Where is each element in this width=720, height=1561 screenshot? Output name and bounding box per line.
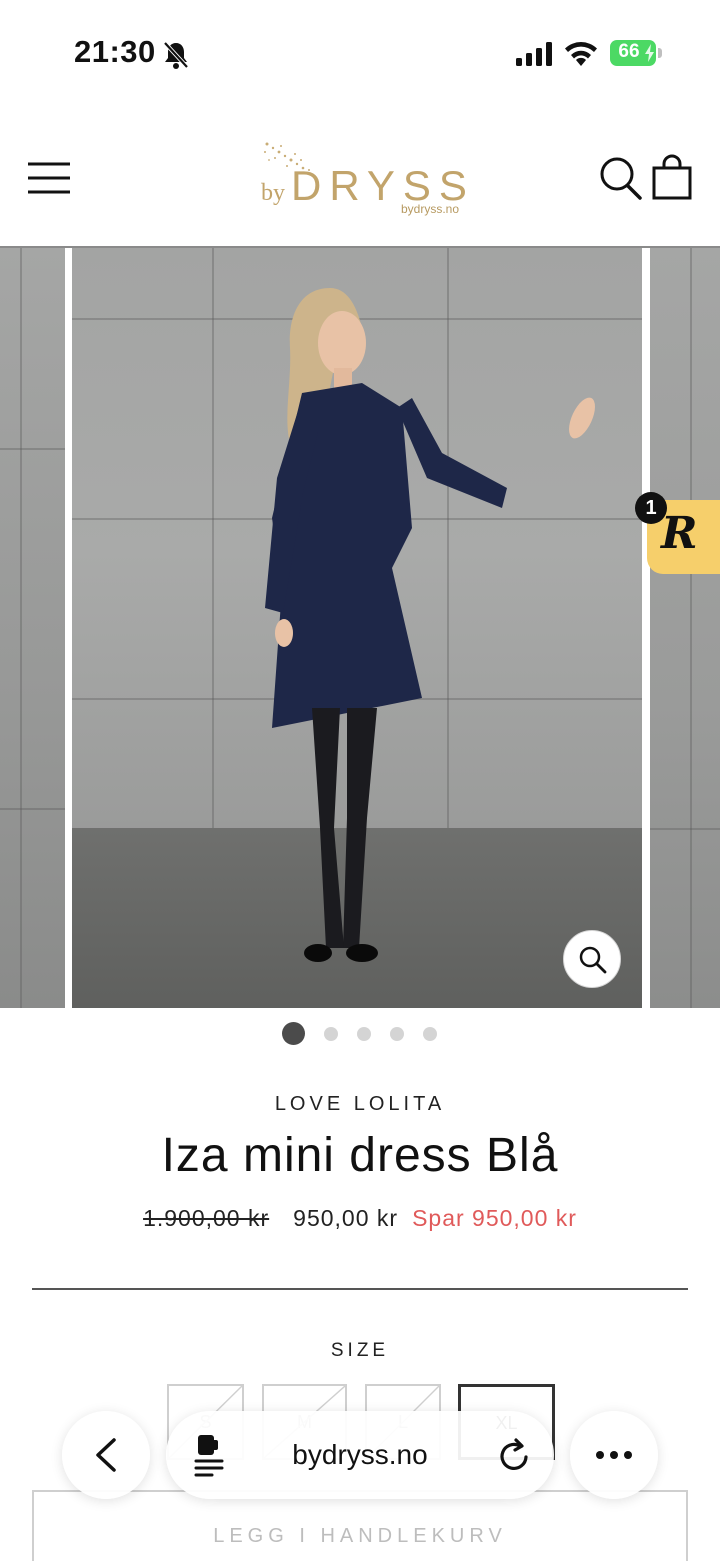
menu-icon[interactable]	[26, 160, 72, 196]
logo-domain: bydryss.no	[401, 202, 460, 216]
zoom-button[interactable]	[563, 930, 621, 988]
back-button[interactable]	[62, 1411, 150, 1499]
product-vendor[interactable]: LOVE LOLITA	[0, 1093, 720, 1116]
search-icon[interactable]	[598, 155, 642, 201]
back-chevron-icon	[96, 1438, 116, 1472]
gallery-dot-3[interactable]	[357, 1027, 371, 1041]
savings-label: Spar 950,00 kr	[412, 1205, 577, 1231]
price-row: 1.900,00 kr 950,00 kr Spar 950,00 kr	[0, 1205, 720, 1232]
model-figure	[265, 288, 595, 962]
rewards-badge: 1	[635, 492, 667, 524]
gallery-dot-4[interactable]	[390, 1027, 404, 1041]
battery-charging-icon: 66	[610, 40, 662, 66]
product-title: Iza mini dress Blå	[161, 1129, 559, 1182]
site-logo[interactable]: by DRYSS bydryss.no	[255, 140, 470, 220]
price-current: 950,00 kr	[293, 1205, 399, 1231]
gallery-slide-next[interactable]	[650, 248, 720, 1008]
cellular-signal-icon	[516, 42, 552, 66]
gallery-dot-5[interactable]	[423, 1027, 437, 1041]
address-text[interactable]: bydryss.no	[238, 1439, 482, 1471]
reader-mode-icon[interactable]	[192, 1433, 228, 1477]
wifi-icon	[565, 42, 597, 66]
divider	[32, 1288, 688, 1290]
product-image[interactable]	[72, 248, 642, 1008]
reload-icon[interactable]	[496, 1435, 534, 1475]
gallery-dot-2[interactable]	[324, 1027, 338, 1041]
logo-prefix: by	[261, 180, 285, 206]
more-button[interactable]	[570, 1411, 658, 1499]
browser-toolbar: bydryss.no	[0, 1400, 720, 1510]
zoom-magnifier-icon	[579, 946, 607, 974]
site-header: by DRYSS bydryss.no	[0, 100, 720, 248]
bell-slash-icon	[163, 41, 189, 69]
product-gallery[interactable]	[0, 248, 720, 1008]
gallery-slide-previous[interactable]	[0, 248, 65, 1008]
gallery-dot-1[interactable]	[282, 1022, 305, 1045]
address-bar[interactable]: bydryss.no	[166, 1411, 554, 1499]
rewards-logo-icon: R	[661, 508, 698, 559]
price-original: 1.900,00 kr	[143, 1205, 270, 1231]
shopping-bag-icon[interactable]	[650, 152, 694, 200]
more-icon	[596, 1451, 632, 1459]
status-time: 21:30	[74, 34, 156, 69]
gallery-pagination	[282, 1021, 442, 1045]
size-label: SIZE	[330, 1340, 390, 1361]
status-bar: 21:30 66	[0, 0, 720, 100]
battery-level: 66	[618, 41, 640, 62]
